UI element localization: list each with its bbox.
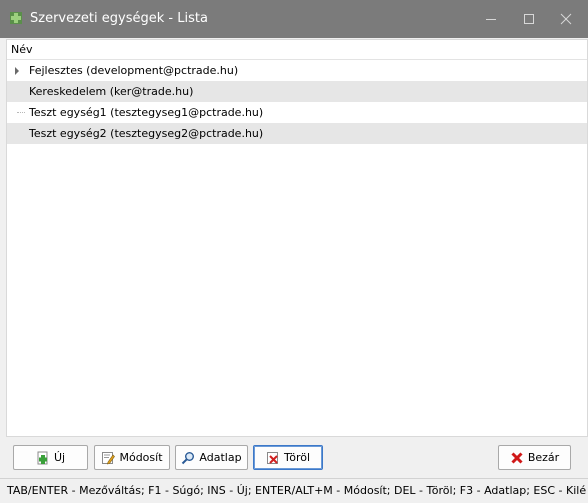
datasheet-button[interactable]: Adatlap (175, 445, 248, 470)
tree-row[interactable]: Fejlesztes (development@pctrade.hu) (7, 60, 587, 81)
tree-row[interactable]: Kereskedelem (ker@trade.hu) (7, 81, 587, 102)
column-header-name[interactable]: Név (7, 40, 587, 60)
minimize-icon[interactable] (480, 9, 502, 29)
tree-row-label: Kereskedelem (ker@trade.hu) (29, 85, 194, 98)
delete-icon (266, 451, 280, 465)
expand-arrow-icon[interactable] (15, 67, 19, 75)
app-icon (10, 12, 22, 24)
datasheet-button-label: Adatlap (199, 451, 242, 464)
unit-tree[interactable]: Név Fejlesztes (development@pctrade.hu) … (6, 39, 588, 437)
status-bar: TAB/ENTER - Mezőváltás; F1 - Súgó; INS -… (0, 478, 588, 503)
new-button-label: Új (53, 451, 66, 464)
magnifier-icon (181, 451, 195, 465)
tree-row-label: Teszt egység2 (tesztegyseg2@pctrade.hu) (29, 127, 264, 140)
tree-branch-line (17, 112, 25, 113)
close-red-icon (510, 451, 524, 465)
title-bar: Szervezeti egységek - Lista (0, 0, 588, 38)
delete-button[interactable]: Töröl (253, 445, 323, 470)
close-button-label: Bezár (527, 451, 560, 464)
maximize-icon[interactable] (518, 9, 540, 29)
tree-row-label: Teszt egység1 (tesztegyseg1@pctrade.hu) (29, 106, 264, 119)
modify-button-label: Módosít (119, 451, 163, 464)
window-title: Szervezeti egységek - Lista (30, 11, 208, 26)
edit-icon (101, 451, 116, 465)
modify-button[interactable]: Módosít (94, 445, 170, 470)
new-button[interactable]: Új (13, 445, 88, 470)
close-icon[interactable] (555, 9, 577, 29)
delete-button-label: Töröl (283, 451, 311, 464)
close-button[interactable]: Bezár (498, 445, 571, 470)
tree-row[interactable]: Teszt egység1 (tesztegyseg1@pctrade.hu) (7, 102, 587, 123)
tree-row-label: Fejlesztes (development@pctrade.hu) (29, 64, 239, 77)
add-icon (36, 451, 50, 465)
tree-row[interactable]: Teszt egység2 (tesztegyseg2@pctrade.hu) (7, 123, 587, 144)
shortcut-hints: TAB/ENTER - Mezőváltás; F1 - Súgó; INS -… (7, 484, 587, 497)
